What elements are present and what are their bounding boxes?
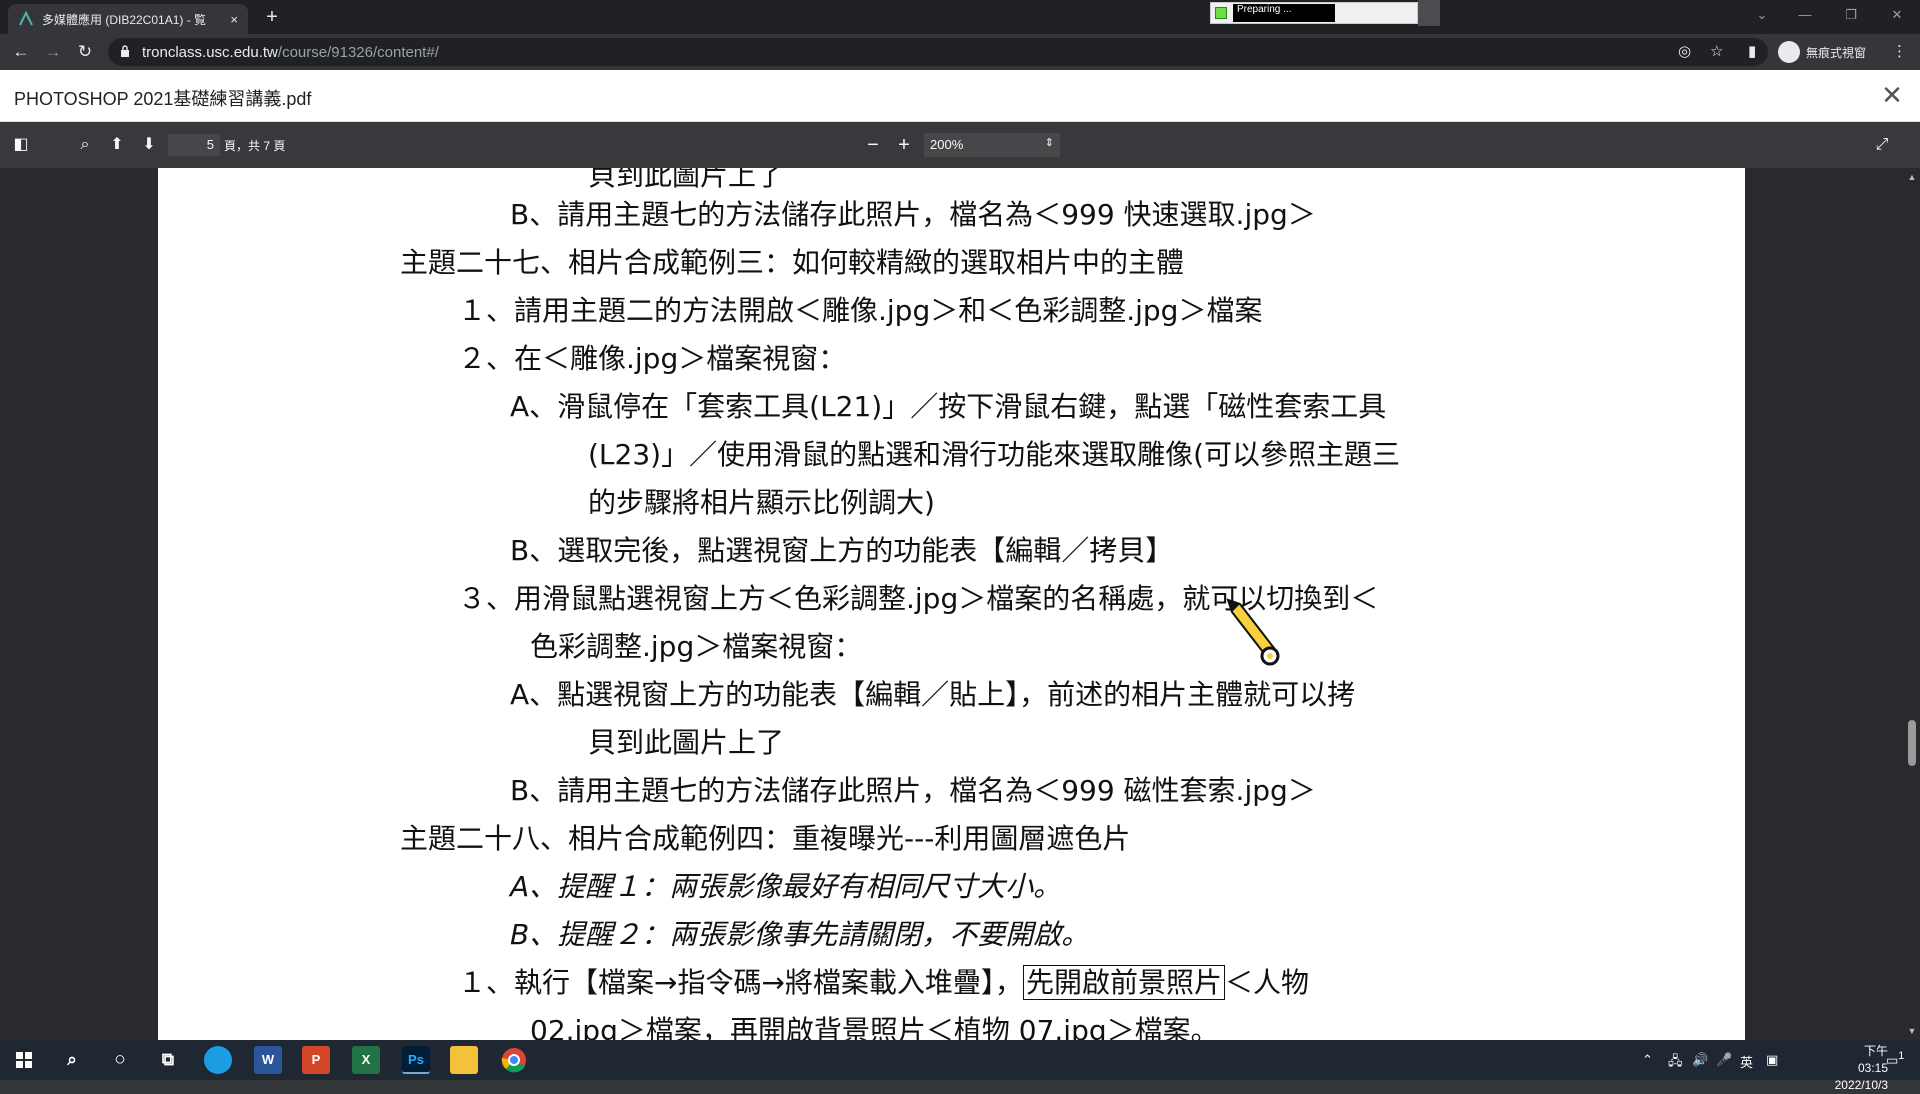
text-line: A、點選視窗上方的功能表【編輯／貼上】，前述的相片主體就可以拷: [510, 678, 1356, 711]
document-title: PHOTOSHOP 2021基礎練習講義.pdf: [14, 89, 312, 109]
section-heading: 主題二十七、相片合成範例三：如何較精緻的選取相片中的主體: [400, 246, 1185, 279]
microphone-icon[interactable]: 🎤: [1716, 1052, 1732, 1068]
zoom-caret-icon: ⇕: [1044, 137, 1054, 149]
pdf-viewer[interactable]: 貝到此圖片上了 B、請用主題七的方法儲存此照片，檔名為＜999 快速選取.jpg…: [0, 168, 1920, 1040]
text-line: A、滑鼠停在「套索工具(L21)」／按下滑鼠右鍵，點選「磁性套索工具: [510, 390, 1387, 423]
zoom-in-button[interactable]: +: [893, 135, 915, 157]
boxed-text: 先開啟前景照片: [1022, 965, 1225, 1000]
preparing-popup-edge: [1418, 0, 1440, 26]
scroll-up-icon[interactable]: ▲: [1904, 170, 1920, 184]
window-close-button[interactable]: ✕: [1874, 0, 1920, 30]
browser-toolbar: ← → ↻ tronclass.usc.edu.tw/course/91326/…: [0, 34, 1920, 70]
network-icon[interactable]: 🖧: [1668, 1052, 1683, 1074]
scroll-down-icon[interactable]: ▼: [1904, 1024, 1920, 1038]
url-host: tronclass.usc.edu.tw: [142, 44, 278, 61]
start-icon[interactable]: [10, 1046, 38, 1074]
text-segment: １、執行【檔案→指令碼→將檔案載入堆疊】，: [458, 966, 1023, 999]
photoshop-icon[interactable]: Ps: [402, 1046, 430, 1074]
back-arrow-icon[interactable]: ←: [10, 41, 32, 63]
document-header: PHOTOSHOP 2021基礎練習講義.pdf ✕: [0, 70, 1920, 122]
text-line: １、請用主題二的方法開啟＜雕像.jpg＞和＜色彩調整.jpg＞檔案: [458, 294, 1263, 327]
volume-icon[interactable]: 🔊: [1692, 1052, 1708, 1068]
tray-overflow-icon[interactable]: ⌃: [1642, 1052, 1653, 1068]
pdf-page: 貝到此圖片上了 B、請用主題七的方法儲存此照片，檔名為＜999 快速選取.jpg…: [158, 168, 1745, 1040]
search-icon[interactable]: ⌕: [58, 1046, 86, 1074]
text-line: 的步驟將相片顯示比例調大): [588, 486, 935, 519]
forward-arrow-icon[interactable]: →: [42, 41, 64, 63]
file-explorer-icon[interactable]: [450, 1046, 478, 1074]
tab-title: 多媒體應用 (DIB22C01A1) - 覧: [42, 12, 207, 27]
reminder-line: B、提醒２：兩張影像事先請關閉，不要開啟。: [510, 918, 1090, 951]
edge-icon[interactable]: [204, 1046, 232, 1074]
zoom-value: 200%: [930, 137, 964, 152]
excel-icon[interactable]: X: [352, 1046, 380, 1074]
text-line: １、執行【檔案→指令碼→將檔案載入堆疊】， 先開啟前景照片 ＜人物: [458, 965, 1309, 1001]
powerpoint-icon[interactable]: P: [302, 1046, 330, 1074]
pdf-toolbar: ◧ ⌕ ⬆ ⬇ 5 頁，共 7 頁 − + 200% ⇕ ⤢: [0, 122, 1920, 168]
text-segment: ＜人物: [1224, 966, 1309, 999]
restore-button[interactable]: ❐: [1828, 0, 1874, 30]
zoom-select[interactable]: 200% ⇕: [924, 133, 1060, 157]
scrollbar-thumb[interactable]: [1908, 720, 1916, 766]
address-bar[interactable]: tronclass.usc.edu.tw/course/91326/conten…: [108, 38, 1768, 66]
text-line: B、選取完後，點選視窗上方的功能表【編輯／拷貝】: [510, 534, 1174, 567]
page-count-label: 頁，共 7 頁: [224, 139, 286, 153]
task-view-icon[interactable]: ⧉: [154, 1046, 182, 1074]
browser-menu-icon[interactable]: ⋮: [1892, 42, 1907, 62]
incognito-label: 無痕式視窗: [1806, 45, 1867, 60]
browser-tabstrip: 多媒體應用 (DIB22C01A1) - 覧 × + Preparing ...…: [0, 0, 1920, 34]
vertical-scrollbar[interactable]: ▲ ▼: [1904, 168, 1920, 1040]
reload-icon[interactable]: ↻: [74, 41, 96, 63]
tab-close-icon[interactable]: ×: [230, 12, 238, 27]
zoom-out-button[interactable]: −: [862, 135, 884, 157]
incognito-icon: [1778, 41, 1800, 63]
bookmark-star-icon[interactable]: ☆: [1710, 42, 1723, 62]
text-line: 貝到此圖片上了: [588, 726, 785, 759]
incognito-indicator[interactable]: 無痕式視窗: [1778, 39, 1866, 65]
page-number-input[interactable]: 5: [168, 134, 220, 156]
lock-icon: [121, 45, 129, 57]
sidebar-toggle-icon[interactable]: ◧: [10, 135, 32, 157]
reminder-line: A、提醒１：兩張影像最好有相同尺寸大小。: [510, 870, 1062, 903]
section-heading: 主題二十八、相片合成範例四：重複曝光---利用圖層遮色片: [400, 822, 1131, 855]
notification-count: 1: [1898, 1050, 1905, 1062]
text-line: 貝到此圖片上了: [588, 168, 785, 192]
browser-tab[interactable]: 多媒體應用 (DIB22C01A1) - 覧 ×: [8, 4, 248, 34]
previous-page-icon[interactable]: ⬆: [106, 135, 128, 157]
text-line: 色彩調整.jpg＞檔案視窗：: [530, 630, 863, 663]
text-line: ２、在＜雕像.jpg＞檔案視窗：: [458, 342, 847, 375]
find-icon[interactable]: ⌕: [74, 135, 96, 157]
url-text: tronclass.usc.edu.tw/course/91326/conten…: [142, 44, 439, 61]
text-line: B、請用主題七的方法儲存此照片，檔名為＜999 磁性套索.jpg＞: [510, 774, 1316, 807]
minimize-button[interactable]: —: [1782, 0, 1828, 30]
preparing-text: Preparing ...: [1233, 4, 1335, 22]
next-page-icon[interactable]: ⬇: [138, 135, 160, 157]
tracking-off-icon[interactable]: ◎: [1678, 42, 1691, 62]
ime-indicator[interactable]: 英: [1740, 1052, 1753, 1071]
clock-time: 下午 03:15: [1857, 1044, 1888, 1075]
preparing-status-icon: [1215, 7, 1227, 19]
text-line: (L23)」／使用滑鼠的點選和滑行功能來選取雕像(可以參照主題三: [588, 438, 1401, 471]
pencil-cursor-icon: [1226, 598, 1280, 666]
chrome-icon[interactable]: [500, 1046, 528, 1074]
presentation-mode-icon[interactable]: ⤢: [1871, 135, 1893, 157]
ime-mode-icon[interactable]: ▣: [1766, 1052, 1778, 1068]
close-document-icon[interactable]: ✕: [1878, 81, 1906, 109]
cortana-icon[interactable]: ○: [106, 1046, 134, 1074]
windows-taskbar: ⌕ ○ ⧉ W P X Ps ⌃ 🖧 🔊 🎤 英 ▣ 下午 03:15 2022…: [0, 1040, 1920, 1092]
notification-icon[interactable]: ▭1: [1886, 1050, 1904, 1068]
word-icon[interactable]: W: [254, 1046, 282, 1074]
tab-search-chevron-icon[interactable]: ⌄: [1742, 0, 1782, 30]
window-controls: ⌄ — ❐ ✕: [1742, 0, 1920, 30]
new-tab-button[interactable]: +: [258, 5, 286, 29]
side-panel-icon[interactable]: ▮: [1748, 42, 1756, 62]
tronclass-favicon-icon: [19, 11, 33, 26]
system-clock[interactable]: 下午 03:15 2022/10/3: [1832, 1043, 1888, 1094]
text-line: 02.jpg＞檔案，再開啟背景照片＜植物 07.jpg＞檔案。: [530, 1014, 1219, 1040]
preparing-popup: Preparing ...: [1210, 2, 1418, 24]
url-path: /course/91326/content#/: [277, 44, 439, 61]
text-line: B、請用主題七的方法儲存此照片，檔名為＜999 快速選取.jpg＞: [510, 198, 1316, 231]
